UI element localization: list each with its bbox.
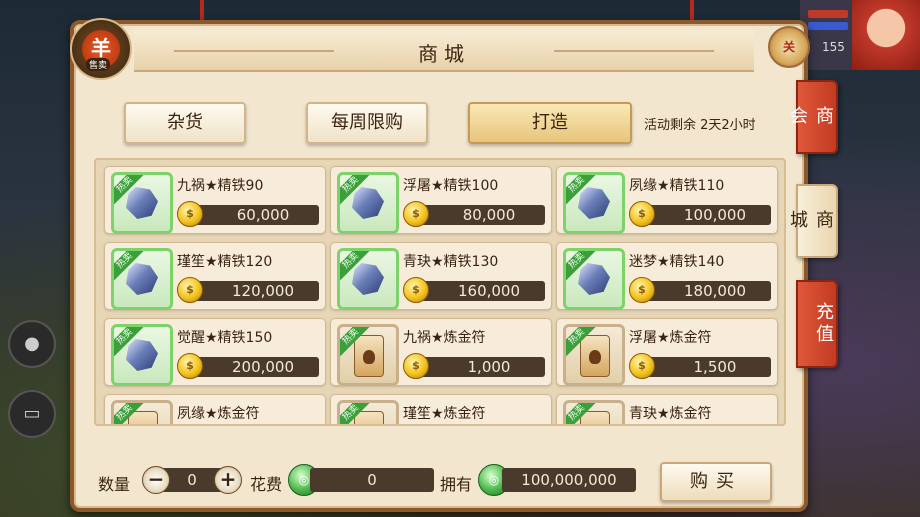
hanging-rope-right <box>690 0 694 22</box>
item-name: 夙缘★炼金符 <box>177 406 260 422</box>
item-price: 1,000 <box>419 357 545 377</box>
merchant-badge: 羊 售卖 <box>70 18 132 80</box>
coin-icon: $ <box>403 277 429 303</box>
coin-icon: $ <box>403 353 429 379</box>
alchemy-talisman-icon[interactable]: 热卖 <box>111 400 173 424</box>
item-name: 青玦★炼金符 <box>629 406 712 422</box>
item-name: 浮屠★炼金符 <box>629 330 712 346</box>
item-price: 200,000 <box>193 357 319 377</box>
buy-button[interactable]: 购买 <box>660 462 772 502</box>
item-name: 瑾笙★精铁120 <box>177 254 273 270</box>
ore-graphic <box>126 187 158 219</box>
item-card[interactable]: 热卖 瑾笙★炼金符 <box>330 394 552 424</box>
coin-icon: $ <box>629 353 655 379</box>
item-price: 160,000 <box>419 281 545 301</box>
alchemy-talisman-icon[interactable]: 热卖 <box>563 324 625 386</box>
item-card[interactable]: 热卖 瑾笙★精铁120 120,000 $ <box>104 242 326 310</box>
item-price: 100,000 <box>645 205 771 225</box>
side-tab-mall[interactable]: 商城 <box>787 184 838 258</box>
side-tab-guild-shop[interactable]: 商会 <box>787 80 838 154</box>
cost-value: 0 <box>310 468 434 492</box>
hp-bar <box>808 10 848 18</box>
coin-icon: $ <box>629 277 655 303</box>
title-decoration-right <box>554 50 714 52</box>
close-button[interactable]: 关 <box>768 26 810 68</box>
owned-label: 拥有 <box>440 475 473 494</box>
iron-ore-icon[interactable]: 热卖 <box>337 248 399 310</box>
talisman-graphic <box>580 335 610 377</box>
item-price: 180,000 <box>645 281 771 301</box>
item-name: 觉醒★精铁150 <box>177 330 273 346</box>
chat-button[interactable]: ▭ <box>8 390 56 438</box>
activity-remaining: 活动剩余 2天2小时 <box>644 118 756 133</box>
side-tab-recharge[interactable]: 充值 <box>796 280 838 368</box>
item-price: 120,000 <box>193 281 319 301</box>
category-tab-weekly-limited[interactable]: 每周限购 <box>306 102 428 144</box>
item-card[interactable]: 热卖 九祸★炼金符 1,000 $ <box>330 318 552 386</box>
alchemy-talisman-icon[interactable]: 热卖 <box>337 324 399 386</box>
player-hud: 155 <box>800 0 920 70</box>
category-tab-forging[interactable]: 打造 <box>468 102 632 144</box>
item-name: 瑾笙★炼金符 <box>403 406 486 422</box>
iron-ore-icon[interactable]: 热卖 <box>111 248 173 310</box>
item-name: 夙缘★精铁110 <box>629 178 725 194</box>
item-name: 迷梦★精铁140 <box>629 254 725 270</box>
decrease-quantity-button[interactable]: − <box>142 466 170 494</box>
item-price: 1,500 <box>645 357 771 377</box>
item-card[interactable]: 热卖 夙缘★炼金符 <box>104 394 326 424</box>
ore-graphic <box>352 263 384 295</box>
item-card[interactable]: 热卖 浮屠★精铁100 80,000 $ <box>330 166 552 234</box>
iron-ore-icon[interactable]: 热卖 <box>111 172 173 234</box>
ore-graphic <box>126 339 158 371</box>
item-card[interactable]: 热卖 九祸★精铁90 60,000 $ <box>104 166 326 234</box>
merchant-badge-tag: 售卖 <box>86 58 111 71</box>
increase-quantity-button[interactable]: + <box>214 466 242 494</box>
player-portrait[interactable] <box>852 0 920 70</box>
iron-ore-icon[interactable]: 热卖 <box>111 324 173 386</box>
item-name: 九祸★炼金符 <box>403 330 486 346</box>
category-tab-sundries[interactable]: 杂货 <box>124 102 246 144</box>
shop-panel: 商城 羊 售卖 关 杂货 每周限购 打造 活动剩余 2天2小时 热卖 九祸★精铁9… <box>70 18 810 512</box>
side-tab-label: 充值 <box>813 302 834 346</box>
coin-icon: $ <box>177 353 203 379</box>
side-tab-label: 商城 <box>787 210 834 232</box>
item-card[interactable]: 热卖 迷梦★精铁140 180,000 $ <box>556 242 778 310</box>
cost-label: 花费 <box>250 475 283 494</box>
ore-graphic <box>126 263 158 295</box>
coin-icon: $ <box>177 277 203 303</box>
item-card[interactable]: 热卖 觉醒★精铁150 200,000 $ <box>104 318 326 386</box>
voice-button[interactable]: ● <box>8 320 56 368</box>
item-name: 九祸★精铁90 <box>177 178 264 194</box>
item-name: 浮屠★精铁100 <box>403 178 499 194</box>
title-bar: 商城 <box>134 30 754 72</box>
iron-ore-icon[interactable]: 热卖 <box>563 248 625 310</box>
coin-icon: $ <box>403 201 429 227</box>
item-price: 60,000 <box>193 205 319 225</box>
coin-icon: $ <box>177 201 203 227</box>
page-title: 商城 <box>418 42 470 66</box>
merchant-badge-glyph: 羊 <box>91 36 111 60</box>
quantity-label: 数量 <box>98 475 131 494</box>
mp-bar <box>808 22 848 30</box>
item-price: 80,000 <box>419 205 545 225</box>
talisman-graphic <box>354 335 384 377</box>
ore-graphic <box>578 187 610 219</box>
item-card[interactable]: 热卖 夙缘★精铁110 100,000 $ <box>556 166 778 234</box>
alchemy-talisman-icon[interactable]: 热卖 <box>337 400 399 424</box>
item-card[interactable]: 热卖 青玦★精铁130 160,000 $ <box>330 242 552 310</box>
iron-ore-icon[interactable]: 热卖 <box>337 172 399 234</box>
alchemy-talisman-icon[interactable]: 热卖 <box>563 400 625 424</box>
item-grid[interactable]: 热卖 九祸★精铁90 60,000 $ 热卖 浮屠★精铁100 80,000 $ 热卖 夙缘★精铁… <box>94 158 786 426</box>
item-name: 青玦★精铁130 <box>403 254 499 270</box>
hanging-rope-left <box>200 0 204 22</box>
owned-value: 100,000,000 <box>502 468 636 492</box>
ore-graphic <box>352 187 384 219</box>
ore-graphic <box>578 263 610 295</box>
coin-icon: $ <box>629 201 655 227</box>
item-card[interactable]: 热卖 浮屠★炼金符 1,500 $ <box>556 318 778 386</box>
iron-ore-icon[interactable]: 热卖 <box>563 172 625 234</box>
player-level: 155 <box>822 40 845 54</box>
item-card[interactable]: 热卖 青玦★炼金符 <box>556 394 778 424</box>
side-tab-label: 商会 <box>787 106 834 128</box>
